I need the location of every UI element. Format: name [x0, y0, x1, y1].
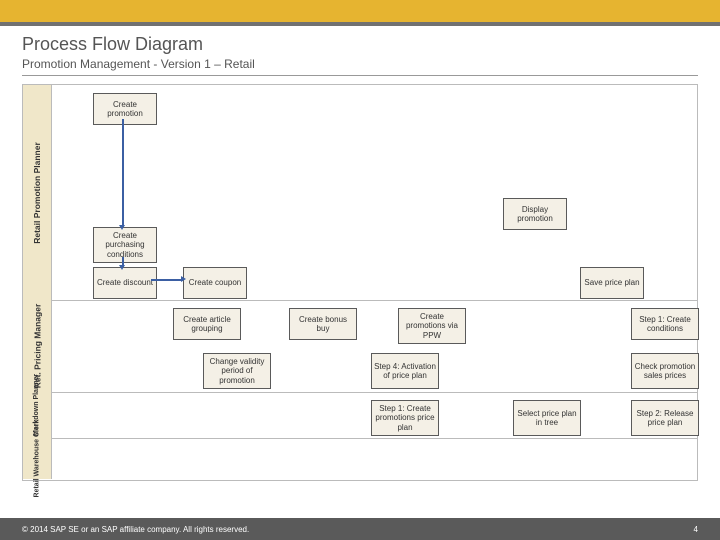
- box-step1-create-conditions: Step 1: Create conditions: [631, 308, 699, 340]
- box-create-purchasing-conditions: Create purchasing conditions: [93, 227, 157, 263]
- page-title: Process Flow Diagram: [22, 34, 698, 55]
- box-check-promotion-sales-prices: Check promotion sales prices: [631, 353, 699, 389]
- footer-copyright: © 2014 SAP SE or an SAP affiliate compan…: [22, 525, 249, 534]
- lane-label: Retail Warehouse Clerk: [34, 420, 41, 498]
- arrow-down-icon: [119, 265, 125, 270]
- arrow-right-icon: [181, 276, 186, 282]
- lane-retail-warehouse-clerk: Retail Warehouse Clerk: [23, 438, 697, 479]
- footer-page-number: 4: [694, 525, 698, 534]
- box-change-validity-period: Change validity period of promotion: [203, 353, 271, 389]
- box-create-discount: Create discount: [93, 267, 157, 299]
- footer-bar: © 2014 SAP SE or an SAP affiliate compan…: [0, 518, 720, 540]
- brand-topbar: [0, 0, 720, 26]
- box-step4-activation: Step 4: Activation of price plan: [371, 353, 439, 389]
- connector: [151, 279, 183, 281]
- lane-retail-markdown-planner: Retail Markdown Planner: [23, 392, 697, 439]
- box-display-promotion: Display promotion: [503, 198, 567, 230]
- lane-label: Retail Promotion Planner: [32, 142, 42, 244]
- box-step2-release-price-plan: Step 2: Release price plan: [631, 400, 699, 436]
- swimlane-canvas: Retail Promotion Planner Ret. Pricing Ma…: [22, 84, 698, 481]
- box-step1-create-promotions-price-plan: Step 1: Create promotions price plan: [371, 400, 439, 436]
- box-create-article-grouping: Create article grouping: [173, 308, 241, 340]
- box-create-promotions-via-ppw: Create promotions via PPW: [398, 308, 466, 344]
- box-create-bonus-buy: Create bonus buy: [289, 308, 357, 340]
- connector: [122, 119, 124, 227]
- divider: [22, 75, 698, 76]
- box-select-price-plan-in-tree: Select price plan in tree: [513, 400, 581, 436]
- box-create-promotion: Create promotion: [93, 93, 157, 125]
- arrow-down-icon: [119, 225, 125, 230]
- lane-ret-pricing-manager: Ret. Pricing Manager: [23, 300, 697, 393]
- box-save-price-plan: Save price plan: [580, 267, 644, 299]
- page-subtitle: Promotion Management - Version 1 – Retai…: [22, 57, 698, 71]
- box-create-coupon: Create coupon: [183, 267, 247, 299]
